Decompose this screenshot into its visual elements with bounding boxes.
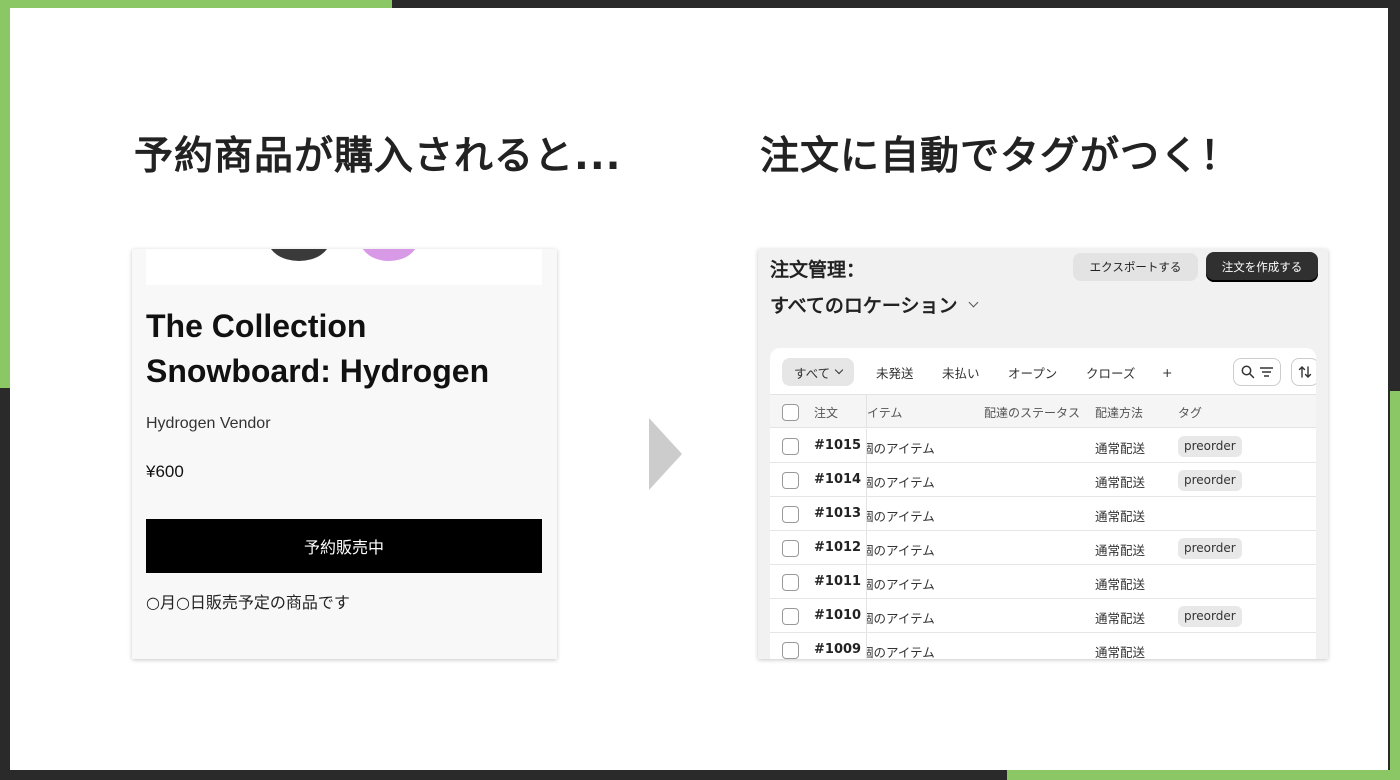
order-items: 個のアイテム — [867, 540, 953, 559]
product-title: The Collection Snowboard: Hydrogen — [146, 308, 490, 389]
filter-bar: すべて 未発送 未払い オープン クローズ + — [770, 348, 1316, 394]
delivery-method: 通常配送 — [1095, 475, 1146, 490]
order-items-text: 個のアイテム — [867, 475, 935, 490]
order-number[interactable]: #1014 — [814, 472, 861, 487]
color-swatch-dark[interactable] — [268, 249, 330, 261]
slide-canvas: 予約商品が購入されると... 注文に自動でタグがつく！ The Collecti… — [10, 8, 1388, 770]
row-checkbox[interactable] — [782, 506, 799, 523]
page-title: 注文管理： — [770, 259, 866, 281]
order-number[interactable]: #1012 — [814, 540, 861, 555]
sort-icon — [1298, 366, 1312, 378]
order-items-text: 個のアイテム — [867, 441, 935, 456]
table-row[interactable]: #1010 個のアイテム 通常配送 preorder — [770, 599, 1316, 633]
row-checkbox[interactable] — [782, 608, 799, 625]
delivery-method: 通常配送 — [1095, 441, 1146, 456]
select-all-checkbox[interactable] — [782, 404, 799, 421]
order-items: 個のアイテム — [867, 608, 953, 627]
order-items: 個のアイテム — [867, 574, 953, 593]
tag-badge[interactable]: preorder — [1178, 538, 1242, 559]
tab-open[interactable]: オープン — [1008, 358, 1057, 386]
tag-badge[interactable]: preorder — [1178, 436, 1242, 457]
sort-button[interactable] — [1291, 358, 1316, 386]
accent-bar-left — [0, 0, 10, 388]
row-checkbox[interactable] — [782, 574, 799, 591]
order-number[interactable]: #1009 — [814, 642, 861, 657]
tab-all-label: すべて — [794, 365, 831, 381]
delivery-method: 通常配送 — [1095, 543, 1146, 558]
export-button[interactable]: エクスポートする — [1073, 253, 1198, 281]
delivery-method: 通常配送 — [1095, 577, 1146, 592]
heading-right: 注文に自動でタグがつく！ — [760, 134, 1241, 179]
table-row[interactable]: #1015 個のアイテム 通常配送 preorder — [770, 429, 1316, 463]
location-select[interactable]: すべてのロケーション — [770, 291, 978, 318]
search-icon — [1241, 365, 1254, 379]
release-note: ○月○日販売予定の商品です — [146, 593, 350, 612]
chevron-down-icon — [834, 365, 844, 375]
column-delivery-method[interactable]: 配達方法 — [1095, 404, 1143, 421]
order-items-text: 個のアイテム — [867, 645, 935, 659]
tab-closed[interactable]: クローズ — [1086, 358, 1135, 386]
delivery-method: 通常配送 — [1095, 611, 1146, 626]
tag-badge[interactable]: preorder — [1178, 470, 1242, 491]
table-row[interactable]: #1012 個のアイテム 通常配送 preorder — [770, 531, 1316, 565]
tab-unfulfilled[interactable]: 未発送 — [876, 358, 914, 386]
table-row[interactable]: #1011 個のアイテム 通常配送 — [770, 565, 1316, 599]
column-tag[interactable]: タグ — [1178, 404, 1202, 421]
create-order-button[interactable]: 注文を作成する — [1206, 252, 1318, 282]
tag-badge[interactable]: preorder — [1178, 606, 1242, 627]
delivery-method: 通常配送 — [1095, 645, 1146, 659]
order-items: 個のアイテム — [867, 506, 953, 525]
column-items[interactable]: イテム — [867, 404, 902, 421]
row-checkbox[interactable] — [782, 438, 799, 455]
add-view-button[interactable]: + — [1162, 358, 1172, 386]
product-vendor: Hydrogen Vendor — [146, 415, 271, 432]
table-header: 注文 イテム 配達のステータス 配達方法 タグ — [770, 394, 1316, 428]
order-items-text: 個のアイテム — [867, 509, 935, 524]
row-checkbox[interactable] — [782, 540, 799, 557]
accent-bar-bottom-right — [1007, 770, 1400, 780]
slide-frame: 予約商品が購入されると... 注文に自動でタグがつく！ The Collecti… — [0, 0, 1400, 780]
table-row[interactable]: #1009 個のアイテム 通常配送 — [770, 633, 1316, 659]
tab-unpaid[interactable]: 未払い — [942, 358, 980, 386]
order-number[interactable]: #1011 — [814, 574, 861, 589]
orders-table-card: すべて 未発送 未払い オープン クローズ + 注文 イテム 配達のステータス … — [770, 348, 1316, 659]
order-items: 個のアイテム — [867, 438, 953, 457]
chevron-down-icon — [968, 297, 978, 308]
row-checkbox[interactable] — [782, 472, 799, 489]
order-number[interactable]: #1010 — [814, 608, 861, 623]
location-label: すべてのロケーション — [770, 295, 958, 317]
heading-left: 予約商品が購入されると... — [134, 134, 622, 179]
table-row[interactable]: #1013 個のアイテム 通常配送 — [770, 497, 1316, 531]
order-items-text: 個のアイテム — [867, 543, 935, 558]
order-items-text: 個のアイテム — [867, 611, 935, 626]
order-items: 個のアイテム — [867, 472, 953, 491]
color-swatch-purple[interactable] — [360, 249, 418, 261]
filter-icon — [1259, 367, 1273, 377]
table-row[interactable]: #1014 個のアイテム 通常配送 preorder — [770, 463, 1316, 497]
product-card: The Collection Snowboard: Hydrogen Hydro… — [132, 249, 557, 659]
order-items-text: 個のアイテム — [867, 577, 935, 592]
product-price: ¥600 — [146, 462, 184, 481]
search-filter-button[interactable] — [1233, 358, 1281, 386]
arrow-right-icon — [649, 418, 682, 490]
preorder-button[interactable]: 予約販売中 — [146, 519, 542, 573]
accent-bar-right — [1390, 391, 1400, 780]
order-number[interactable]: #1015 — [814, 438, 861, 453]
orders-panel: 注文管理： エクスポートする 注文を作成する すべてのロケーション すべて 未発… — [758, 249, 1328, 659]
product-image — [146, 249, 542, 285]
order-number[interactable]: #1013 — [814, 506, 861, 521]
tab-all[interactable]: すべて — [782, 358, 855, 386]
row-checkbox[interactable] — [782, 642, 799, 659]
column-order[interactable]: 注文 — [814, 404, 838, 421]
order-items: 個のアイテム — [867, 642, 953, 659]
column-delivery-status[interactable]: 配達のステータス — [984, 404, 1080, 421]
delivery-method: 通常配送 — [1095, 509, 1146, 524]
